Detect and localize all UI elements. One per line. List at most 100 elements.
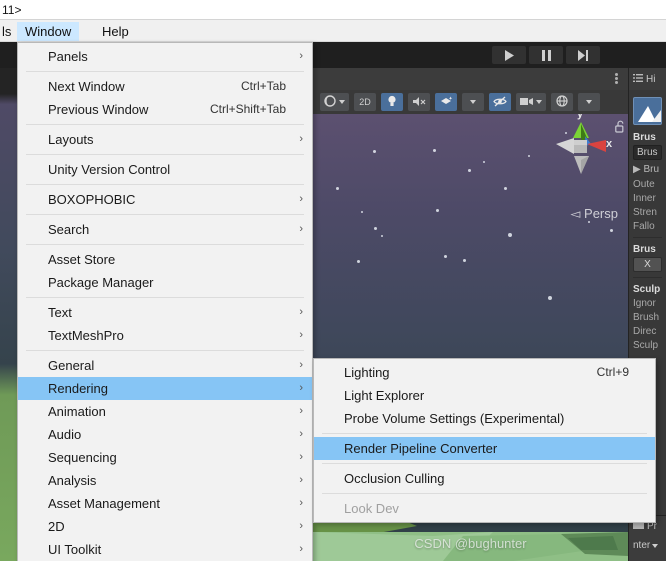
chevron-right-icon: › — [299, 428, 303, 440]
ignore-row[interactable]: Ignor — [633, 298, 662, 309]
window-menu-item-text[interactable]: Text › — [18, 301, 312, 324]
menu-divider — [322, 433, 647, 434]
menu-divider — [26, 244, 304, 245]
window-menu-item-textmeshpro[interactable]: TextMeshPro › — [18, 324, 312, 347]
window-menu-item-audio[interactable]: Audio › — [18, 423, 312, 446]
scene-visibility-toggle[interactable] — [489, 93, 511, 111]
window-menu-item-next-window[interactable]: Next Window Ctrl+Tab — [18, 75, 312, 98]
window-menu-item-2d[interactable]: 2D › — [18, 515, 312, 538]
menu-divider — [26, 297, 304, 298]
step-button[interactable] — [566, 46, 600, 64]
sculpt-row[interactable]: Sculp — [633, 340, 662, 351]
draw-mode-dropdown[interactable] — [320, 93, 349, 111]
rendering-menu-item-look-dev: Look Dev — [314, 497, 655, 520]
menu-item-shortcut: Ctrl+Shift+Tab — [209, 102, 286, 116]
rendering-menu-item-light-explorer[interactable]: Light Explorer — [314, 384, 655, 407]
light-bulb-icon — [387, 95, 397, 109]
brush-row[interactable]: Brush — [633, 312, 662, 323]
menu-item-label: Audio — [48, 427, 82, 442]
brush-preview-thumbnail[interactable] — [633, 97, 662, 125]
window-dropdown-menu[interactable]: Panels › Next Window Ctrl+Tab Previous Windo… — [17, 42, 313, 561]
window-menu-item-boxophobic[interactable]: BOXOPHOBIC › — [18, 188, 312, 211]
hierarchy-icon — [633, 73, 643, 86]
outer-radius-row[interactable]: Oute — [633, 179, 662, 190]
window-menu-item-search[interactable]: Search › — [18, 218, 312, 241]
gizmos-dropdown[interactable] — [578, 93, 600, 111]
window-menu-item-package-manager[interactable]: Package Manager — [18, 271, 312, 294]
camera-icon — [520, 97, 533, 108]
window-menu-item-previous-window[interactable]: Previous Window Ctrl+Shift+Tab — [18, 98, 312, 121]
shaded-sphere-icon — [324, 95, 336, 109]
window-menu-item-asset-management[interactable]: Asset Management › — [18, 492, 312, 515]
window-title: 11> — [2, 3, 22, 17]
menu-item-label: Unity Version Control — [48, 162, 171, 177]
fx-toggle[interactable] — [435, 93, 457, 111]
chevron-down-icon — [339, 100, 345, 104]
window-menu-item-analysis[interactable]: Analysis › — [18, 469, 312, 492]
inner-radius-row[interactable]: Inner — [633, 193, 662, 204]
chevron-right-icon: › — [299, 543, 303, 555]
rendering-submenu[interactable]: Lighting Ctrl+9 Light Explorer Probe Volume… — [313, 358, 656, 523]
window-menu-item-panels[interactable]: Panels › — [18, 45, 312, 68]
chevron-down-icon — [586, 100, 592, 104]
window-menu-item-unity-version-control[interactable]: Unity Version Control — [18, 158, 312, 181]
hierarchy-tab[interactable]: Hi — [629, 68, 666, 90]
window-menu-item-sequencing[interactable]: Sequencing › — [18, 446, 312, 469]
rendering-menu-item-render-pipeline-converter[interactable]: Render Pipeline Converter — [314, 437, 655, 460]
menu-item-label: Search — [48, 222, 90, 237]
scene-orientation-gizmo[interactable]: y x — [548, 114, 614, 216]
window-menu-item-general[interactable]: General › — [18, 354, 312, 377]
menu-item-label: Text — [48, 305, 72, 320]
window-menu-item-ui-toolkit[interactable]: UI Toolkit › — [18, 538, 312, 561]
window-menu-item-rendering[interactable]: Rendering › — [18, 377, 312, 400]
falloff-row[interactable]: Fallo — [633, 221, 662, 232]
brush-select-field[interactable]: Brus — [633, 145, 662, 160]
chevron-right-icon: › — [299, 133, 303, 145]
chevron-right-icon: › — [299, 382, 303, 394]
hierarchy-tab-label: Hi — [646, 73, 656, 85]
sculpt-section-header: Sculp — [633, 284, 661, 295]
rendering-menu-item-probe-volume-settings-experimental[interactable]: Probe Volume Settings (Experimental) — [314, 407, 655, 430]
direction-row[interactable]: Direc — [633, 326, 662, 337]
menu-item-label: UI Toolkit — [48, 542, 102, 557]
camera-settings-dropdown[interactable] — [516, 93, 546, 111]
chevron-right-icon: › — [299, 329, 303, 341]
scene-lighting-toggle[interactable] — [381, 93, 403, 111]
gizmo-projection-label[interactable]: ◅ Persp — [570, 206, 618, 222]
window-menu-item-animation[interactable]: Animation › — [18, 400, 312, 423]
menu-divider — [322, 493, 647, 494]
gizmos-toggle[interactable] — [551, 93, 573, 111]
rendering-menu-item-lighting[interactable]: Lighting Ctrl+9 — [314, 361, 655, 384]
divider — [633, 277, 662, 278]
gizmos-icon — [556, 95, 568, 109]
kebab-menu-icon[interactable] — [614, 72, 618, 86]
fx-dropdown[interactable] — [462, 93, 484, 111]
menu-item-label: General — [48, 358, 95, 373]
menu-divider — [26, 350, 304, 351]
menu-item-label: Render Pipeline Converter — [344, 441, 498, 456]
window-menu-item-asset-store[interactable]: Asset Store — [18, 248, 312, 271]
mirror-x-button[interactable]: X — [633, 257, 662, 272]
menubar-item-window[interactable]: Window — [17, 22, 80, 41]
menu-item-label: Sequencing — [48, 450, 117, 465]
2d-toggle[interactable]: 2D — [354, 93, 376, 111]
menu-item-label: Rendering — [48, 381, 108, 396]
left-panel-sliver — [0, 42, 18, 561]
chevron-right-icon: › — [299, 451, 303, 463]
scene-view-toolbar: 2D — [313, 90, 628, 114]
strength-row[interactable]: Stren — [633, 207, 662, 218]
menu-divider — [26, 124, 304, 125]
chevron-right-icon: › — [299, 497, 303, 509]
pause-button[interactable] — [529, 46, 563, 64]
rendering-menu-item-occlusion-culling[interactable]: Occlusion Culling — [314, 467, 655, 490]
menu-divider — [322, 463, 647, 464]
audio-toggle[interactable] — [408, 93, 430, 111]
menu-item-shortcut: Ctrl+Tab — [240, 79, 286, 93]
brush-foldout[interactable]: ▶ Bru — [633, 164, 662, 175]
menubar-item-help[interactable]: Help — [94, 22, 137, 41]
unlocked-padlock-icon[interactable] — [615, 120, 626, 138]
play-button[interactable] — [492, 46, 526, 64]
window-menu-item-layouts[interactable]: Layouts › — [18, 128, 312, 151]
menu-divider — [26, 71, 304, 72]
chevron-right-icon: › — [299, 223, 303, 235]
